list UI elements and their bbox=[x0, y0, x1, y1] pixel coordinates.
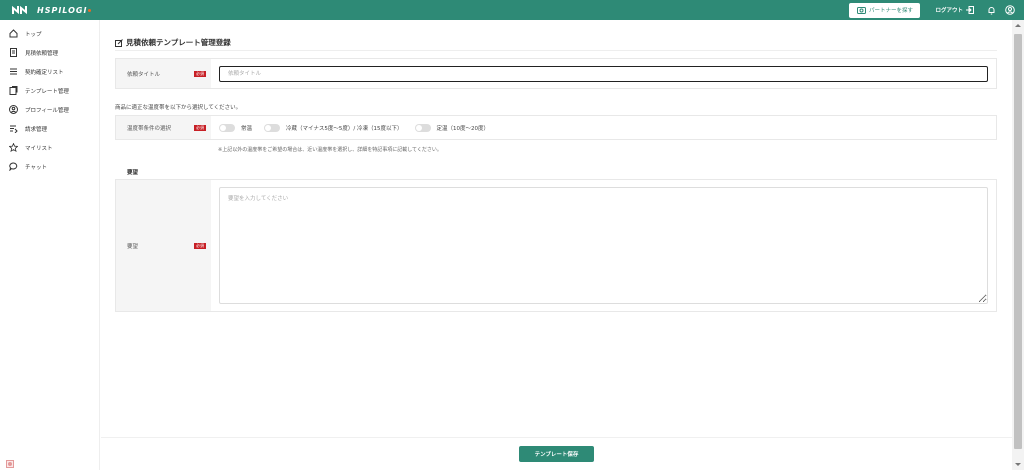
required-badge: 必須 bbox=[194, 124, 206, 131]
sidebar-item-label: マイリスト bbox=[25, 145, 53, 152]
account-button[interactable] bbox=[1005, 5, 1015, 15]
logo[interactable]: HSPILOGI bbox=[12, 5, 92, 15]
sidebar-item-label: テンプレート管理 bbox=[25, 88, 69, 95]
sidebar-item-mylist[interactable]: マイリスト bbox=[0, 138, 99, 157]
title-field-label: 依頼タイトル bbox=[127, 71, 161, 78]
edit-document-icon bbox=[115, 38, 123, 47]
sidebar-item-label: プロフィール管理 bbox=[25, 107, 69, 114]
title-input[interactable] bbox=[219, 65, 988, 82]
logout-button[interactable]: ログアウト bbox=[935, 6, 974, 14]
logo-mark-icon bbox=[12, 5, 27, 15]
toggle-switch[interactable] bbox=[219, 123, 235, 132]
request-field-label-cell: 要望 必須 bbox=[116, 180, 211, 311]
temperature-note: ※上記以外の温度帯をご希望の場合は、近い温度帯を選択し、詳細を特記事項に記載して… bbox=[218, 147, 442, 153]
scroll-up-arrow-icon[interactable] bbox=[1015, 24, 1021, 27]
request-textarea[interactable] bbox=[219, 187, 988, 304]
temperature-field-label: 温度帯条件の選択 bbox=[127, 125, 172, 132]
partner-search-icon bbox=[856, 6, 866, 14]
logout-icon bbox=[966, 6, 974, 14]
sidebar-item-label: 見積依頼管理 bbox=[25, 50, 59, 57]
form-footer: テンプレート保存 bbox=[101, 437, 1012, 470]
scroll-thumb[interactable] bbox=[1014, 34, 1022, 449]
main-content: 見積依頼テンプレート管理登録 依頼タイトル 必須 商品に適正な温度帯を以下から選… bbox=[101, 20, 1012, 470]
sidebar-item-contracts[interactable]: 契約確定リスト bbox=[0, 62, 99, 81]
page-title-text: 見積依頼テンプレート管理登録 bbox=[126, 38, 231, 47]
user-icon bbox=[1005, 5, 1015, 15]
sidebar-item-label: チャット bbox=[25, 164, 47, 171]
star-icon bbox=[8, 143, 18, 153]
vertical-scrollbar[interactable] bbox=[1012, 20, 1024, 470]
sidebar-item-label: 契約確定リスト bbox=[25, 69, 64, 76]
mascot-icon[interactable] bbox=[6, 460, 14, 468]
temperature-hint: 商品に適正な温度帯を以下から選択してください。 bbox=[115, 105, 242, 111]
temperature-option-constant[interactable]: 定温（10度〜20度） bbox=[414, 123, 490, 132]
option-label: 定温（10度〜20度） bbox=[436, 125, 490, 132]
required-badge: 必須 bbox=[194, 70, 206, 77]
find-partner-label: パートナーを探す bbox=[868, 8, 913, 14]
option-label: 常温 bbox=[241, 125, 253, 132]
title-divider bbox=[115, 50, 997, 51]
scroll-down-arrow-icon[interactable] bbox=[1015, 463, 1021, 466]
find-partner-button[interactable]: パートナーを探す bbox=[849, 2, 921, 18]
sidebar-item-label: トップ bbox=[25, 31, 42, 38]
request-field-row: 要望 必須 bbox=[115, 179, 997, 312]
billing-icon bbox=[8, 124, 18, 134]
bell-icon bbox=[988, 6, 994, 14]
sidebar-item-profile[interactable]: プロフィール管理 bbox=[0, 100, 99, 119]
title-field-row: 依頼タイトル 必須 bbox=[115, 58, 997, 89]
logo-dot bbox=[88, 8, 92, 12]
notification-button[interactable] bbox=[986, 5, 996, 15]
template-icon bbox=[8, 86, 18, 96]
toggle-switch[interactable] bbox=[264, 123, 281, 132]
save-template-button[interactable]: テンプレート保存 bbox=[519, 446, 594, 462]
title-field-label-cell: 依頼タイトル 必須 bbox=[116, 59, 211, 88]
chat-icon bbox=[8, 162, 18, 172]
sidebar-item-quote-requests[interactable]: 見積依頼管理 bbox=[0, 43, 99, 62]
temperature-field-row: 温度帯条件の選択 必須 常温 冷蔵（マイナス5度〜5度）/ 冷凍（15度以下） … bbox=[115, 115, 997, 140]
document-icon bbox=[8, 48, 18, 58]
sidebar-item-templates[interactable]: テンプレート管理 bbox=[0, 81, 99, 100]
list-icon bbox=[8, 67, 18, 77]
top-bar: HSPILOGI パートナーを探す ログアウト bbox=[0, 0, 1024, 20]
page-title: 見積依頼テンプレート管理登録 bbox=[115, 37, 231, 48]
sidebar-item-label: 請求管理 bbox=[25, 126, 48, 133]
request-field-label: 要望 bbox=[127, 243, 139, 250]
temperature-option-chilled-frozen[interactable]: 冷蔵（マイナス5度〜5度）/ 冷凍（15度以下） bbox=[264, 123, 403, 132]
temperature-option-ambient[interactable]: 常温 bbox=[219, 123, 253, 132]
required-badge: 必須 bbox=[194, 242, 206, 249]
logout-label: ログアウト bbox=[935, 8, 963, 14]
sidebar: トップ 見積依頼管理 契約確定リスト テンプレート管理 プロフィール管理 請求管… bbox=[0, 20, 100, 470]
sidebar-item-top[interactable]: トップ bbox=[0, 24, 99, 43]
profile-icon bbox=[8, 105, 18, 115]
sidebar-item-billing[interactable]: 請求管理 bbox=[0, 119, 99, 138]
sidebar-item-chat[interactable]: チャット bbox=[0, 157, 99, 176]
toggle-switch[interactable] bbox=[414, 123, 431, 132]
request-section-heading: 要望 bbox=[127, 170, 139, 176]
logo-text: HSPILOGI bbox=[37, 5, 88, 15]
temperature-field-label-cell: 温度帯条件の選択 必須 bbox=[116, 116, 211, 139]
home-icon bbox=[8, 29, 18, 39]
option-label: 冷蔵（マイナス5度〜5度）/ 冷凍（15度以下） bbox=[286, 125, 403, 132]
